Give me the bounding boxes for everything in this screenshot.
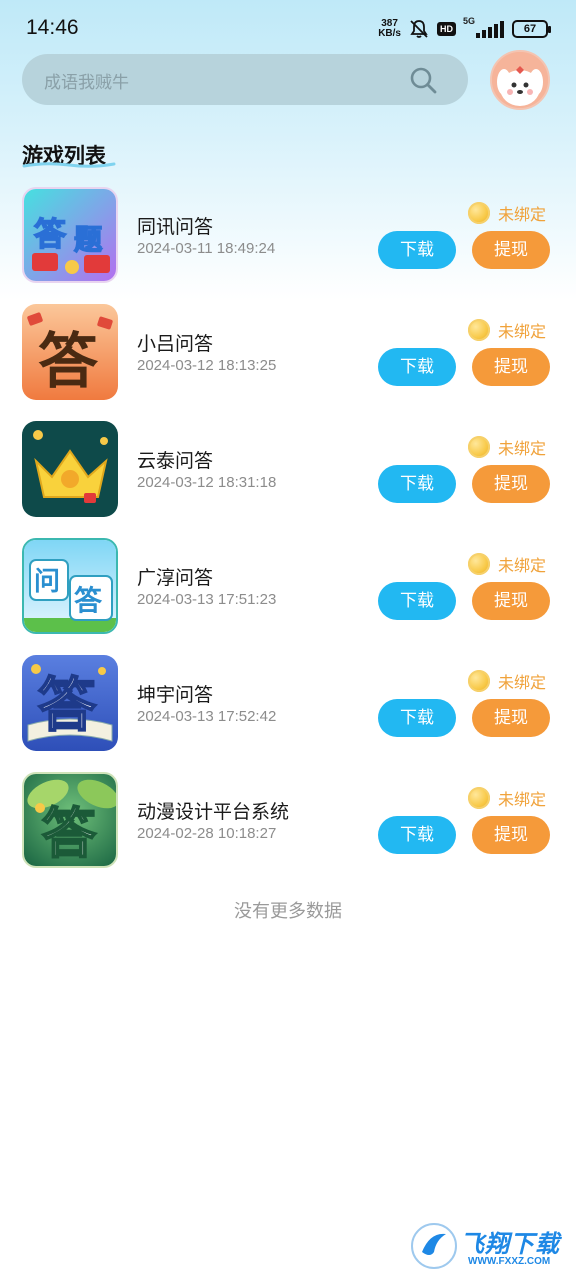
watermark-logo-icon — [411, 1223, 457, 1269]
coin-icon — [467, 202, 490, 224]
withdraw-button[interactable]: 提现 — [472, 231, 550, 269]
coin-icon — [467, 436, 490, 458]
withdraw-button[interactable]: 提现 — [472, 699, 550, 737]
hd-badge: HD — [437, 22, 456, 36]
bind-status: 未绑定 — [467, 435, 546, 459]
game-list: 答 题 同讯问答 2024-03-11 18:49:24 未绑定 下载 提现 答… — [0, 187, 576, 889]
app-icon[interactable]: 问 答 — [22, 538, 118, 634]
svg-text:答: 答 — [42, 802, 97, 865]
list-item[interactable]: 答 坤宇问答 2024-03-13 17:52:42 未绑定 下载 提现 — [0, 655, 576, 772]
watermark: 飞翔下载 WWW.FXXZ.COM — [408, 1218, 568, 1274]
coin-icon — [467, 553, 490, 575]
battery-icon: 67 — [512, 20, 551, 38]
app-icon[interactable]: 答 — [22, 655, 118, 751]
search-input[interactable]: 成语我贼牛 — [44, 68, 129, 93]
quiz-cards-app-icon: 问 答 — [24, 540, 116, 632]
download-button[interactable]: 下载 — [378, 231, 456, 269]
bind-status: 未绑定 — [467, 201, 546, 225]
item-date: 2024-03-13 17:52:42 — [137, 708, 277, 725]
item-name: 同讯问答 — [137, 216, 214, 238]
list-item[interactable]: 答 动漫设计平台系统 2024-02-28 10:18:27 未绑定 下载 提现 — [0, 772, 576, 889]
coin-icon — [467, 670, 490, 692]
leaf-app-icon: 答 — [24, 774, 116, 866]
svg-text:问: 问 — [34, 567, 60, 597]
item-name: 坤宇问答 — [137, 684, 214, 706]
search-icon[interactable] — [408, 65, 438, 95]
withdraw-button[interactable]: 提现 — [472, 465, 550, 503]
item-name: 广淳问答 — [137, 567, 214, 589]
bind-status: 未绑定 — [467, 786, 546, 810]
download-button[interactable]: 下载 — [378, 816, 456, 854]
app-icon[interactable] — [22, 421, 118, 517]
list-item[interactable]: 问 答 广淳问答 2024-03-13 17:51:23 未绑定 下载 提现 — [0, 538, 576, 655]
withdraw-button[interactable]: 提现 — [472, 582, 550, 620]
crown-app-icon — [22, 421, 118, 517]
puppy-avatar-icon — [492, 52, 548, 108]
item-date: 2024-03-11 18:49:24 — [137, 240, 276, 257]
status-bar: 14:46 387 KB/s HD 5G 67 — [0, 0, 576, 56]
item-date: 2024-03-12 18:31:18 — [137, 474, 277, 491]
list-item[interactable]: 云泰问答 2024-03-12 18:31:18 未绑定 下载 提现 — [0, 421, 576, 538]
download-button[interactable]: 下载 — [378, 699, 456, 737]
item-name: 云泰问答 — [137, 450, 214, 472]
app-icon[interactable]: 答 — [22, 304, 118, 400]
bind-status: 未绑定 — [467, 552, 546, 576]
item-date: 2024-03-13 17:51:23 — [137, 591, 277, 608]
item-name: 小吕问答 — [137, 333, 214, 355]
no-more-data-label: 没有更多数据 — [234, 901, 342, 922]
svg-text:答: 答 — [38, 671, 97, 739]
title-underline — [22, 162, 116, 168]
item-name: 动漫设计平台系统 — [137, 801, 290, 823]
book-app-icon: 答 — [22, 655, 118, 751]
list-item[interactable]: 答 小吕问答 2024-03-12 18:13:25 未绑定 下载 提现 — [0, 304, 576, 421]
status-time: 14:46 — [26, 16, 79, 39]
bind-status: 未绑定 — [467, 669, 546, 693]
svg-text:答: 答 — [74, 584, 103, 617]
quiz-app-icon: 答 题 — [24, 189, 116, 281]
search-bar[interactable]: 成语我贼牛 — [22, 54, 468, 105]
list-item[interactable]: 答 题 同讯问答 2024-03-11 18:49:24 未绑定 下载 提现 — [0, 187, 576, 304]
download-button[interactable]: 下载 — [378, 465, 456, 503]
signal-icon: 5G — [463, 16, 504, 38]
svg-text:题: 题 — [74, 223, 102, 256]
status-icons: 387 KB/s HD 5G 67 — [378, 16, 551, 41]
coin-icon — [467, 319, 490, 341]
watermark-url: WWW.FXXZ.COM — [468, 1256, 551, 1267]
network-speed: 387 KB/s — [378, 18, 401, 39]
svg-text:答: 答 — [34, 215, 67, 253]
withdraw-button[interactable]: 提现 — [472, 348, 550, 386]
download-button[interactable]: 下载 — [378, 582, 456, 620]
item-date: 2024-02-28 10:18:27 — [137, 825, 277, 842]
withdraw-button[interactable]: 提现 — [472, 816, 550, 854]
app-icon[interactable]: 答 题 — [22, 187, 118, 283]
svg-text:答: 答 — [38, 327, 99, 397]
bind-status: 未绑定 — [467, 318, 546, 342]
avatar[interactable] — [490, 50, 550, 110]
app-icon[interactable]: 答 — [22, 772, 118, 868]
item-date: 2024-03-12 18:13:25 — [137, 357, 277, 374]
bell-muted-icon — [410, 20, 428, 38]
quiz-app-icon: 答 — [22, 304, 118, 400]
download-button[interactable]: 下载 — [378, 348, 456, 386]
watermark-brand: 飞翔下载 — [460, 1230, 560, 1258]
coin-icon — [467, 787, 490, 809]
